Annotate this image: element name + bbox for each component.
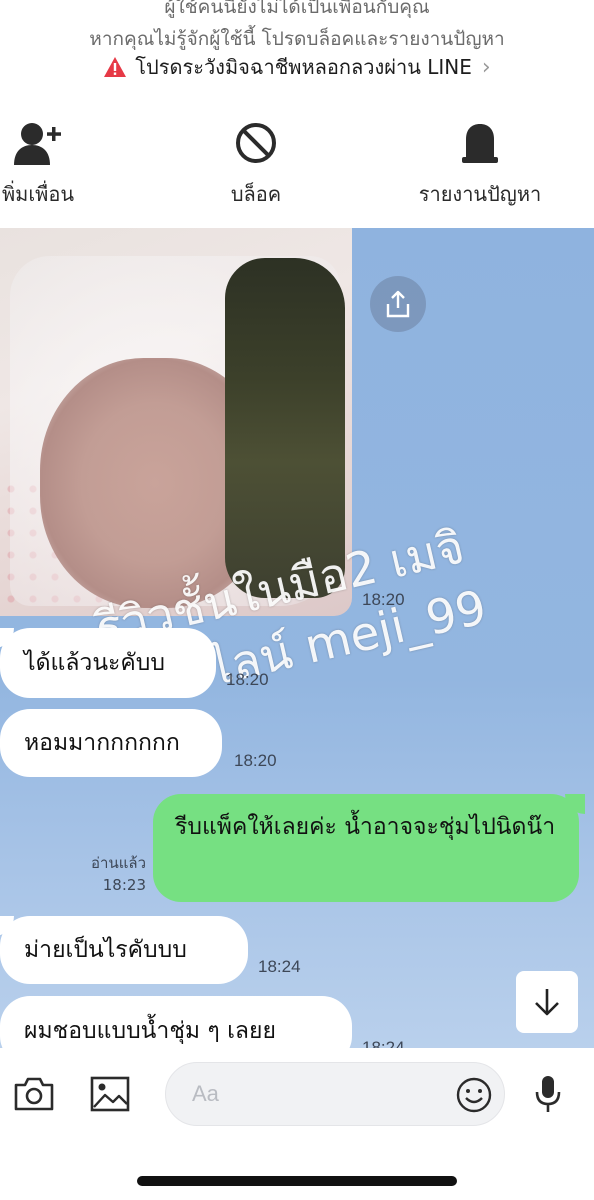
- message-text: ได้แล้วนะคับบ: [24, 650, 165, 676]
- message-text: รีบแพ็คให้เลยค่ะ น้ำอาจจะชุ่มไปนิดน๊า: [175, 814, 556, 840]
- chevron-right-icon: ›: [481, 54, 491, 80]
- message-text: ผมชอบแบบน้ำชุ่ม ๆ เลยย: [24, 1018, 276, 1044]
- scam-warning-text: โปรดระวังมิจฉาชีพหลอกลวงผ่าน LINE: [135, 55, 472, 79]
- camera-button[interactable]: [12, 1074, 56, 1114]
- message-bubble-sent[interactable]: รีบแพ็คให้เลยค่ะ น้ำอาจจะชุ่มไปนิดน๊า: [153, 794, 585, 902]
- scam-warning-link[interactable]: โปรดระวังมิจฉาชีพหลอกลวงผ่าน LINE ›: [0, 51, 594, 83]
- message-text: ม่ายเป็นไรคับบบ: [24, 937, 187, 963]
- microphone-icon: [535, 1076, 561, 1112]
- block-button[interactable]: บล็อค: [196, 120, 316, 210]
- notice-block-advice: หากคุณไม่รู้จักผู้ใช้นี้ โปรดบล็อคและราย…: [89, 28, 505, 50]
- message-time: 18:23: [102, 876, 146, 894]
- image-message-time: 18:20: [362, 590, 405, 609]
- message-input[interactable]: Aa: [165, 1062, 505, 1126]
- read-status: อ่านแล้ว: [91, 854, 146, 872]
- warning-icon: [104, 57, 127, 77]
- camera-icon: [14, 1077, 54, 1111]
- message-time: 18:20: [226, 670, 269, 689]
- image-button[interactable]: [88, 1074, 132, 1114]
- stranger-notice: ผู้ใช้คนนี้ยังไม่ได้เป็นเพื่อนกับคุณ หาก…: [0, 0, 594, 100]
- message-time: 18:20: [234, 751, 277, 770]
- add-friend-label: พิ่มเพื่อน: [1, 182, 75, 206]
- scroll-to-bottom-button[interactable]: [516, 971, 578, 1033]
- report-label: รายงานปัญหา: [418, 182, 542, 206]
- share-button[interactable]: [370, 276, 426, 332]
- message-time: 18:24: [258, 957, 301, 976]
- report-icon: [462, 124, 498, 163]
- image-icon: [90, 1076, 130, 1112]
- add-friend-icon: [14, 123, 61, 165]
- arrow-down-icon: [535, 989, 559, 1016]
- message-bubble-received[interactable]: ได้แล้วนะคับบ: [0, 628, 216, 698]
- share-icon: [386, 290, 410, 318]
- chat-area[interactable]: รีวิวชั้นในมือ2 เมจิ ไลน์ meji_99 18:20 …: [0, 228, 594, 1048]
- message-bubble-received[interactable]: ผมชอบแบบน้ำชุ่ม ๆ เลยย: [0, 996, 352, 1048]
- block-label: บล็อค: [230, 182, 282, 206]
- add-friend-button[interactable]: พิ่มเพื่อน: [0, 120, 98, 210]
- message-bubble-received[interactable]: ม่ายเป็นไรคับบบ: [0, 916, 248, 984]
- message-text: หอมมากกกกกก: [24, 730, 180, 756]
- emoji-icon[interactable]: [454, 1075, 494, 1115]
- home-indicator[interactable]: [137, 1176, 457, 1186]
- read-receipt: อ่านแล้ว 18:23: [76, 852, 146, 896]
- report-button[interactable]: รายงานปัญหา: [400, 120, 560, 210]
- notice-not-friend: ผู้ใช้คนนี้ยังไม่ได้เป็นเพื่อนกับคุณ: [164, 0, 430, 18]
- message-bubble-received[interactable]: หอมมากกกกกก: [0, 709, 222, 777]
- stranger-actions: พิ่มเพื่อน บล็อค รายงานปัญหา: [0, 100, 594, 228]
- message-placeholder: Aa: [192, 1081, 219, 1106]
- message-time: 18:24: [362, 1038, 405, 1048]
- voice-button[interactable]: [526, 1074, 570, 1114]
- message-input-bar: Aa: [0, 1048, 594, 1200]
- block-icon: [236, 123, 276, 163]
